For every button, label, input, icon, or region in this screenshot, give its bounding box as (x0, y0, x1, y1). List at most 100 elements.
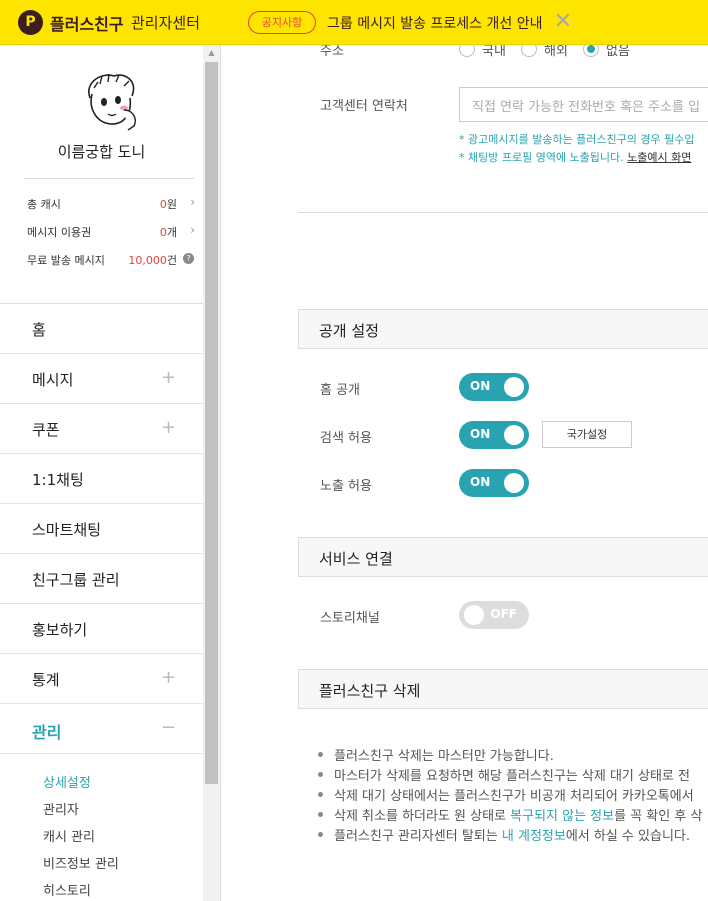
stat-value: 0 (159, 198, 167, 211)
setting-label: 홈 공개 (320, 383, 361, 398)
stat-free-messages: 무료 발송 메시지 10,000건 ? (27, 252, 197, 268)
sidebar-item-label: 홈 (32, 321, 46, 339)
list-item: 삭제 대기 상태에서는 플러스친구가 비공개 처리되어 카카오톡에서 (316, 785, 702, 805)
contact-label: 고객센터 연락처 (320, 99, 408, 114)
sidebar-item-label: 통계 (32, 671, 60, 689)
stat-message-voucher[interactable]: 메시지 이용권 0개 › (27, 223, 197, 240)
sidebar-item-label: 관리 (32, 723, 62, 742)
stat-unit: 원 (166, 198, 177, 211)
sidebar-item-promotion[interactable]: 홍보하기 (0, 604, 203, 654)
brand-name[interactable]: 플러스친구 (50, 11, 124, 35)
list-item: 플러스친구 삭제는 마스터만 가능합니다. (316, 745, 702, 765)
sidebar-item-home[interactable]: 홈 (0, 304, 203, 354)
sidebar-item-label: 친구그룹 관리 (32, 571, 120, 589)
stat-unit: 건 (166, 254, 177, 267)
note-text: 삭제 취소를 하더라도 원 상태로 (334, 809, 511, 824)
note-text: 플러스친구 삭제는 마스터만 가능합니다. (334, 749, 554, 764)
address-label: 주소 (320, 45, 344, 59)
toggle-state: OFF (490, 607, 517, 621)
sidebar-scrollbar-thumb[interactable] (205, 62, 218, 784)
setting-label: 스토리채널 (320, 611, 380, 626)
sidebar-item-smart-chat[interactable]: 스마트채팅 (0, 504, 203, 554)
sidebar-menu: 홈 메시지 + 쿠폰 + 1:1채팅 스마트채팅 친구그룹 관리 홍보하기 통계… (0, 303, 203, 754)
sidebar-item-message[interactable]: 메시지 + (0, 354, 203, 404)
profile-avatar[interactable] (80, 70, 142, 132)
toggle-exposure-allow[interactable]: ON (459, 469, 529, 497)
profile-divider (24, 178, 194, 179)
notice-link[interactable]: 그룹 메시지 발송 프로세스 개선 안내 (327, 13, 542, 33)
country-settings-button[interactable]: 국가설정 (542, 421, 632, 448)
main-content: 주소 국내 해외 없음 고객센터 연락처 직접 연락 가능한 전화번호 혹은 주… (221, 45, 708, 901)
collapse-minus-icon[interactable]: − (161, 717, 176, 738)
expand-plus-icon[interactable]: + (161, 367, 176, 388)
submenu-history[interactable]: 히스토리 (43, 880, 91, 899)
help-icon[interactable]: ? (183, 253, 194, 264)
toggle-state: ON (470, 475, 491, 489)
sidebar-item-statistics[interactable]: 통계 + (0, 654, 203, 704)
brand-subtitle[interactable]: 관리자센터 (131, 12, 200, 33)
contact-hint: * 채팅방 프로필 영역에 노출됩니다. 노출예시 화면 (459, 149, 691, 165)
delete-notes: 플러스친구 삭제는 마스터만 가능합니다. 마스터가 삭제를 요청하면 해당 플… (316, 745, 702, 845)
stat-value: 0 (159, 226, 167, 239)
sidebar-item-chat[interactable]: 1:1채팅 (0, 454, 203, 504)
exposure-example-link[interactable]: 노출예시 화면 (627, 151, 691, 164)
sidebar-item-label: 쿠폰 (32, 421, 60, 439)
section-title: 서비스 연결 (319, 550, 393, 568)
sidebar-item-label: 1:1채팅 (32, 471, 84, 489)
stat-total-cash[interactable]: 총 캐시 0원 › (27, 195, 197, 212)
submenu-cash[interactable]: 캐시 관리 (43, 826, 95, 845)
section-title: 플러스친구 삭제 (319, 682, 421, 700)
note-text: 에서 하실 수 있습니다. (565, 829, 690, 844)
sidebar-item-friend-group[interactable]: 친구그룹 관리 (0, 554, 203, 604)
note-text: 마스터가 삭제를 요청하면 해당 플러스친구는 삭제 대기 상태로 전 (334, 769, 690, 784)
radio-domestic[interactable] (459, 45, 475, 57)
stat-label: 총 캐시 (27, 198, 61, 211)
chevron-right-icon[interactable]: › (190, 223, 195, 237)
toggle-knob (504, 473, 524, 493)
sidebar-item-manage[interactable]: 관리 − (0, 704, 203, 754)
note-text: 를 꼭 확인 후 삭 (614, 809, 703, 824)
account-info-link[interactable]: 내 계정정보 (502, 829, 566, 844)
section-title: 공개 설정 (319, 322, 379, 340)
section-public-settings: 공개 설정 (298, 309, 708, 349)
top-bar: P 플러스친구 관리자센터 공지사항 그룹 메시지 발송 프로세스 개선 안내 … (0, 0, 708, 45)
toggle-state: ON (470, 427, 491, 441)
toggle-story-channel[interactable]: OFF (459, 601, 529, 629)
sidebar-item-label: 메시지 (32, 371, 74, 389)
stat-label: 무료 발송 메시지 (27, 254, 105, 267)
close-icon[interactable]: ✕ (553, 8, 573, 36)
stat-label: 메시지 이용권 (27, 226, 92, 239)
note-text: 플러스친구 관리자센터 탈퇴는 (334, 829, 502, 844)
plusfriend-logo-icon[interactable]: P (18, 10, 43, 35)
stat-value: 10,000 (128, 254, 167, 267)
submenu-detail-settings[interactable]: 상세설정 (43, 772, 91, 791)
contact-hint: * 광고메시지를 발송하는 플러스친구의 경우 필수입 (459, 133, 695, 146)
toggle-knob (464, 605, 484, 625)
sidebar-item-coupon[interactable]: 쿠폰 + (0, 404, 203, 454)
expand-plus-icon[interactable]: + (161, 417, 176, 438)
divider (298, 212, 708, 213)
contact-input[interactable]: 직접 연락 가능한 전화번호 혹은 주소를 입 (459, 87, 708, 122)
submenu-biz-info[interactable]: 비즈정보 관리 (43, 853, 119, 872)
expand-plus-icon[interactable]: + (161, 667, 176, 688)
unrecoverable-info-link[interactable]: 복구되지 않는 정보 (510, 809, 614, 824)
radio-none[interactable] (583, 45, 599, 57)
stat-unit: 개 (166, 226, 177, 239)
setting-label: 검색 허용 (320, 431, 372, 446)
toggle-search-allow[interactable]: ON (459, 421, 529, 449)
submenu-admins[interactable]: 관리자 (43, 799, 79, 818)
sidebar-item-label: 홍보하기 (32, 621, 88, 639)
radio-label: 해외 (544, 45, 568, 59)
list-item: 마스터가 삭제를 요청하면 해당 플러스친구는 삭제 대기 상태로 전 (316, 765, 702, 785)
profile-name: 이름궁합 도니 (57, 143, 146, 161)
radio-label: 국내 (482, 45, 506, 59)
toggle-knob (504, 425, 524, 445)
chevron-right-icon[interactable]: › (190, 195, 195, 209)
hint-text: * 채팅방 프로필 영역에 노출됩니다. (459, 151, 628, 164)
toggle-state: ON (470, 379, 491, 393)
scroll-up-icon[interactable]: ▲ (203, 47, 220, 59)
radio-overseas[interactable] (521, 45, 537, 57)
section-service-connect: 서비스 연결 (298, 537, 708, 577)
toggle-home-public[interactable]: ON (459, 373, 529, 401)
list-item: 플러스친구 관리자센터 탈퇴는 내 계정정보에서 하실 수 있습니다. (316, 825, 702, 845)
